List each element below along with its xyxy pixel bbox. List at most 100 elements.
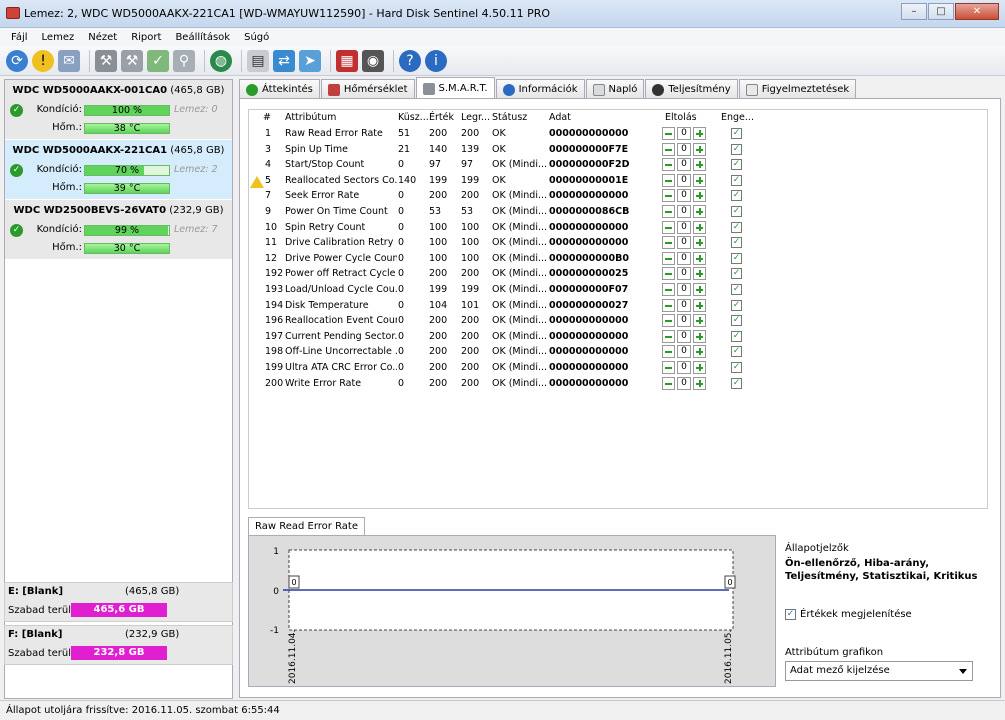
offset-value[interactable]: 0 [677, 329, 691, 343]
minus-icon[interactable] [662, 127, 675, 140]
tab-information[interactable]: Információk [495, 79, 585, 99]
help-icon[interactable]: ? [399, 49, 421, 72]
offset-value[interactable]: 0 [677, 173, 691, 187]
table-row[interactable]: ✓197Current Pending Sector...0200200OK (… [249, 329, 987, 345]
table-row[interactable]: ✓3Spin Up Time21140139OK000000000F7E0✓ [249, 142, 987, 158]
disc-icon[interactable]: ◉ [362, 49, 384, 72]
offset-value[interactable]: 0 [677, 267, 691, 281]
offset-value[interactable]: 0 [677, 251, 691, 265]
enabled-checkbox[interactable]: ✓ [731, 252, 742, 264]
table-row[interactable]: ✓198Off-Line Uncorrectable ...0200200OK … [249, 344, 987, 360]
tab-temperature[interactable]: Hőmérséklet [320, 79, 415, 99]
plus-icon[interactable] [693, 189, 706, 203]
tab-alerts[interactable]: Figyelmeztetések [738, 79, 857, 99]
close-button[interactable]: ✕ [955, 3, 999, 20]
minus-icon[interactable] [662, 345, 675, 359]
minus-icon[interactable] [662, 189, 675, 203]
mail-icon[interactable]: ✉ [58, 49, 80, 72]
table-row[interactable]: 11 Drive Calibration Retry ... 0 100 100 OK (… [249, 235, 987, 251]
enabled-checkbox[interactable]: ✓ [731, 284, 742, 295]
offset-value[interactable]: 0 [677, 376, 691, 390]
disk-search-icon[interactable]: ⚲ [173, 49, 195, 72]
tab-overview[interactable]: Áttekintés [239, 79, 320, 99]
minimize-button[interactable]: – [901, 3, 927, 20]
offset-value[interactable]: 0 [677, 283, 691, 296]
table-row[interactable]: 193 Load/Unload Cycle Cou... 0 199 199 OK (Mi… [249, 282, 987, 298]
plus-icon[interactable] [693, 298, 706, 312]
minus-icon[interactable] [662, 236, 675, 250]
table-row[interactable]: 4 Start/Stop Count 0 97 97 OK (Mindi... 000000… [249, 157, 987, 173]
minus-icon[interactable] [662, 173, 675, 187]
table-row[interactable]: ✓196Reallocation Event Count0200200OK (M… [249, 313, 987, 329]
offset-value[interactable]: 0 [677, 189, 691, 203]
plus-icon[interactable] [693, 314, 706, 328]
menu-view[interactable]: Nézet [81, 32, 124, 43]
disk-ok-icon[interactable]: ✓ [147, 49, 169, 72]
graph-mode-select[interactable]: Adat mező kijelzése [785, 661, 973, 681]
table-row[interactable]: 9 Power On Time Count 0 53 53 OK (Mindi... 000… [249, 204, 987, 220]
offset-value[interactable]: 0 [677, 236, 691, 250]
plus-icon[interactable] [693, 158, 706, 172]
plus-icon[interactable] [693, 345, 706, 359]
enabled-checkbox[interactable]: ✓ [731, 221, 742, 233]
plus-icon[interactable] [693, 376, 706, 390]
plus-icon[interactable] [693, 236, 706, 250]
table-row[interactable]: ✓1Raw Read Error Rate51200200OK000000000… [249, 126, 987, 142]
minus-icon[interactable] [662, 251, 675, 265]
minus-icon[interactable] [662, 329, 675, 343]
menu-help[interactable]: Súgó [237, 32, 276, 43]
plus-icon[interactable] [693, 127, 706, 140]
menu-file[interactable]: Fájl [4, 32, 35, 43]
table-row[interactable]: 200 Write Error Rate 0 200 200 OK (Mindi... 00… [249, 376, 987, 392]
chart-icon[interactable]: ▦ [336, 49, 358, 72]
tab-log[interactable]: Napló [585, 79, 645, 99]
enabled-checkbox[interactable]: ✓ [731, 299, 742, 311]
table-row[interactable]: 5 Reallocated Sectors Co... 140 199 199 OK 000… [249, 173, 987, 189]
offset-value[interactable]: 0 [677, 314, 691, 328]
enabled-checkbox[interactable]: ✓ [731, 362, 742, 373]
table-row[interactable]: 199 Ultra ATA CRC Error Co... 0 200 200 OK (M… [249, 360, 987, 376]
alert-icon[interactable]: ! [32, 49, 54, 72]
plus-icon[interactable] [693, 220, 706, 234]
offset-value[interactable]: 0 [677, 220, 691, 234]
minus-icon[interactable] [662, 158, 675, 172]
disk-test-icon[interactable]: ⚒ [121, 49, 143, 72]
disk-tool-icon[interactable]: ⚒ [95, 49, 117, 72]
offset-value[interactable]: 0 [677, 142, 691, 156]
menu-settings[interactable]: Beállítások [168, 32, 237, 43]
info-icon[interactable]: i [425, 49, 447, 72]
plus-icon[interactable] [693, 173, 706, 187]
menu-report[interactable]: Riport [124, 32, 168, 43]
offset-value[interactable]: 0 [677, 361, 691, 374]
enabled-checkbox[interactable]: ✓ [731, 237, 742, 249]
graph-tab[interactable]: Raw Read Error Rate [248, 517, 366, 535]
refresh-icon[interactable]: ⟳ [6, 49, 28, 72]
minus-icon[interactable] [662, 283, 675, 296]
tab-performance[interactable]: Teljesítmény [645, 79, 738, 99]
offset-value[interactable]: 0 [677, 127, 691, 140]
enabled-checkbox[interactable]: ✓ [731, 330, 742, 342]
menu-disk[interactable]: Lemez [35, 32, 82, 43]
minus-icon[interactable] [662, 142, 675, 156]
plus-icon[interactable] [693, 329, 706, 343]
enabled-checkbox[interactable]: ✓ [731, 190, 742, 202]
plus-icon[interactable] [693, 251, 706, 265]
partition-e[interactable]: E: [Blank] (465,8 GB) Szabad terület 465… [4, 582, 233, 622]
minus-icon[interactable] [662, 314, 675, 328]
minus-icon[interactable] [662, 376, 675, 390]
plus-icon[interactable] [693, 361, 706, 374]
plus-icon[interactable] [693, 267, 706, 281]
offset-value[interactable]: 0 [677, 205, 691, 218]
globe-icon[interactable]: ◍ [210, 49, 232, 72]
enabled-checkbox[interactable]: ✓ [731, 128, 742, 139]
plus-icon[interactable] [693, 205, 706, 218]
report-icon[interactable]: ▤ [247, 49, 269, 72]
plus-icon[interactable] [693, 283, 706, 296]
send-icon[interactable]: ➤ [299, 49, 321, 72]
table-row[interactable]: ✓10Spin Retry Count0100100OK (Mindi...00… [249, 220, 987, 236]
enabled-checkbox[interactable]: ✓ [731, 174, 742, 186]
show-values-checkbox[interactable]: ✓ [785, 609, 796, 620]
table-row[interactable]: 12 Drive Power Cycle Count 0 100 100 OK (Mind… [249, 251, 987, 267]
enabled-checkbox[interactable]: ✓ [731, 315, 742, 327]
minus-icon[interactable] [662, 205, 675, 218]
